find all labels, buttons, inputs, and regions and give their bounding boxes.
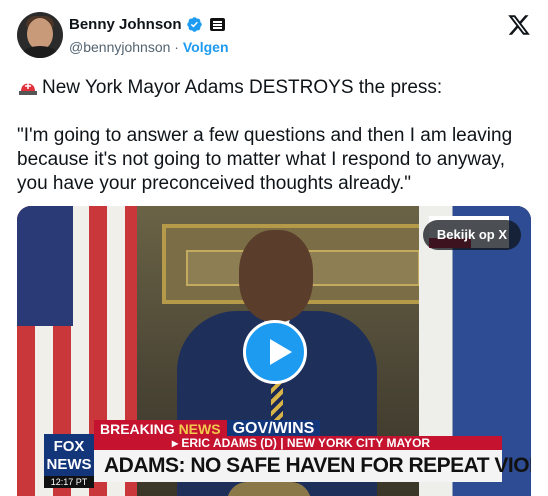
chyron-headline: ADAMS: NO SAFE HAVEN FOR REPEAT VIOLENT … xyxy=(94,450,531,482)
verified-badge-icon xyxy=(186,17,202,32)
siren-emoji-icon xyxy=(19,83,37,95)
tweet-quote: "I'm going to answer a few questions and… xyxy=(17,125,513,194)
us-flag-canton xyxy=(17,206,73,326)
affiliate-badge-icon xyxy=(209,18,225,31)
speaker-name-strip: ▸ ERIC ADAMS (D) | NEW YORK CITY MAYOR xyxy=(94,436,502,450)
speaker-head xyxy=(239,230,313,322)
video-player[interactable]: Bekijk op X BREAKING NEWS GOV/WINS ▸ ERI… xyxy=(17,206,531,496)
podium-seal xyxy=(227,482,311,496)
author-handle[interactable]: @bennyjohnson xyxy=(69,39,170,55)
fox-news-logo: FOX NEWS xyxy=(44,434,94,476)
tweet-headline: New York Mayor Adams DESTROYS the press: xyxy=(42,77,443,98)
author-name[interactable]: Benny Johnson xyxy=(69,16,182,33)
fox-logo-top: FOX xyxy=(53,438,85,455)
handle-separator: · xyxy=(174,39,179,55)
author-handle-row: @bennyjohnson · Volgen xyxy=(69,39,229,55)
breaking-label: BREAKING xyxy=(100,421,175,437)
tweet-text: New York Mayor Adams DESTROYS the press:… xyxy=(17,76,532,196)
avatar-shirt xyxy=(21,46,59,58)
x-logo-icon[interactable] xyxy=(507,13,531,37)
tweet-line-1: New York Mayor Adams DESTROYS the press: xyxy=(17,76,532,100)
broadcast-time: 12:17 PT xyxy=(44,476,94,488)
author-avatar[interactable] xyxy=(17,12,63,58)
follow-button[interactable]: Volgen xyxy=(183,39,229,55)
fox-logo-bottom: NEWS xyxy=(46,456,92,473)
view-on-x-button[interactable]: Bekijk op X xyxy=(422,220,521,250)
play-icon[interactable] xyxy=(243,320,307,384)
author-name-row: Benny Johnson xyxy=(69,16,225,33)
news-label: NEWS xyxy=(178,421,221,437)
